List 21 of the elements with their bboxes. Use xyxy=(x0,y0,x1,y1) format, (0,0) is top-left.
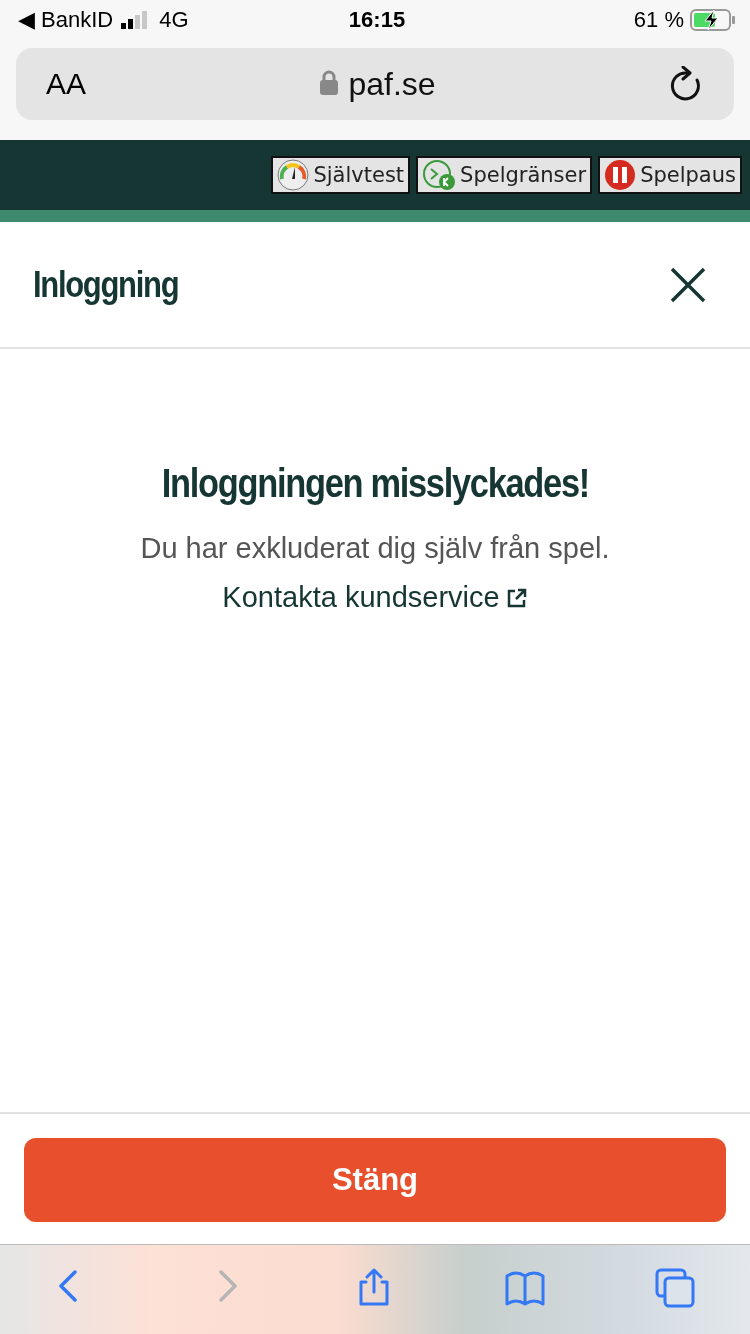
pause-button[interactable]: Spelpaus xyxy=(598,156,742,194)
customer-service-link[interactable]: Kontakta kundservice xyxy=(222,581,528,614)
error-heading: Inloggningen misslyckades! xyxy=(161,461,589,506)
close-button[interactable]: Stäng xyxy=(24,1138,726,1222)
limits-button[interactable]: Spelgränser xyxy=(416,156,593,194)
modal-title: Inloggning xyxy=(33,263,179,306)
self-test-button[interactable]: Självtest xyxy=(271,156,411,194)
tabs-icon[interactable] xyxy=(655,1267,695,1308)
clock-time: 16:15 xyxy=(348,7,406,33)
battery-percent: 61 % xyxy=(633,7,684,33)
pause-icon xyxy=(604,159,637,191)
back-to-app-link[interactable]: ◀ BankID xyxy=(18,7,114,33)
external-link-icon xyxy=(505,586,528,609)
url-text: paf.se xyxy=(348,65,436,103)
error-message: Du har exkluderat dig själv från spel. xyxy=(140,532,610,565)
close-icon[interactable] xyxy=(670,266,706,303)
text-size-button[interactable]: AA xyxy=(46,67,87,101)
network-type: 4G xyxy=(159,7,189,33)
clock-icon xyxy=(422,159,457,191)
gauge-icon xyxy=(277,159,310,191)
address-bar[interactable]: AA paf.se xyxy=(16,48,734,120)
